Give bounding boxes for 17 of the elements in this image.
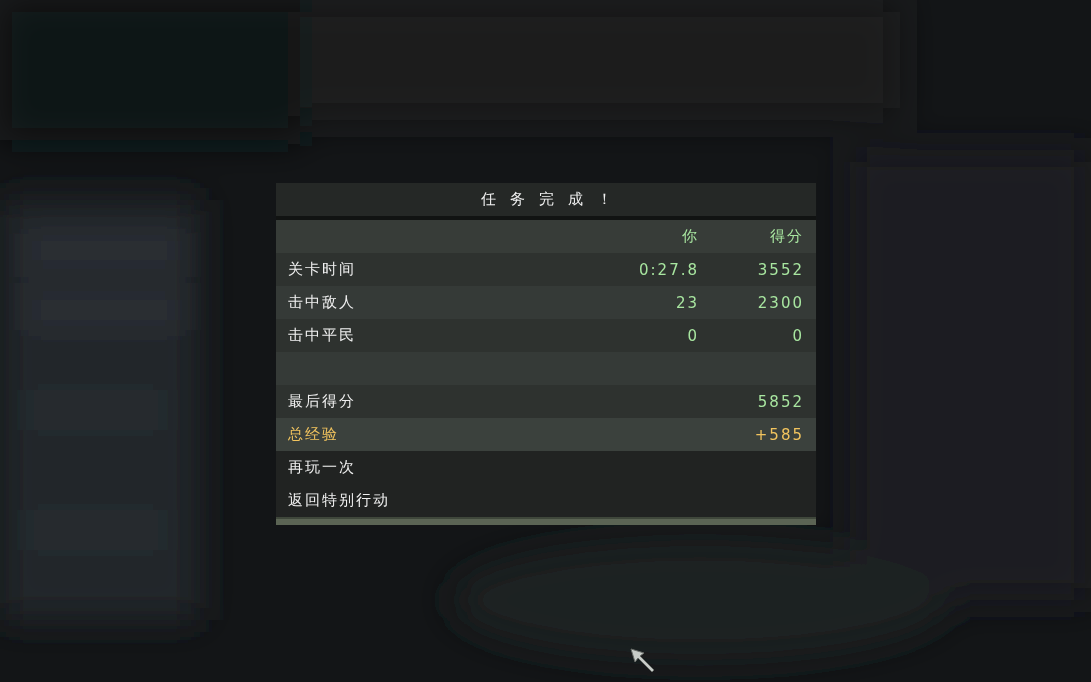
stat-label: 击中敌人 <box>288 293 357 312</box>
score-value: 2300 <box>756 293 804 312</box>
column-header: 得分 <box>769 227 804 246</box>
player-value: 0:27.8 <box>638 260 699 279</box>
stat-label: 关卡时间 <box>288 260 357 279</box>
cursor-icon <box>630 648 656 674</box>
player-value: 23 <box>674 293 699 312</box>
stat-label: 击中平民 <box>288 326 357 345</box>
experience-value: +585 <box>753 425 804 444</box>
total-value: 5852 <box>756 392 804 411</box>
player-value: 0 <box>686 326 699 345</box>
column-header: 你 <box>681 227 699 246</box>
total-label: 最后得分 <box>288 392 357 411</box>
score-value: 3552 <box>756 260 804 279</box>
dialog-title: 任务完成！ <box>479 190 626 209</box>
experience-label: 总经验 <box>288 425 340 444</box>
score-value: 0 <box>791 326 804 345</box>
